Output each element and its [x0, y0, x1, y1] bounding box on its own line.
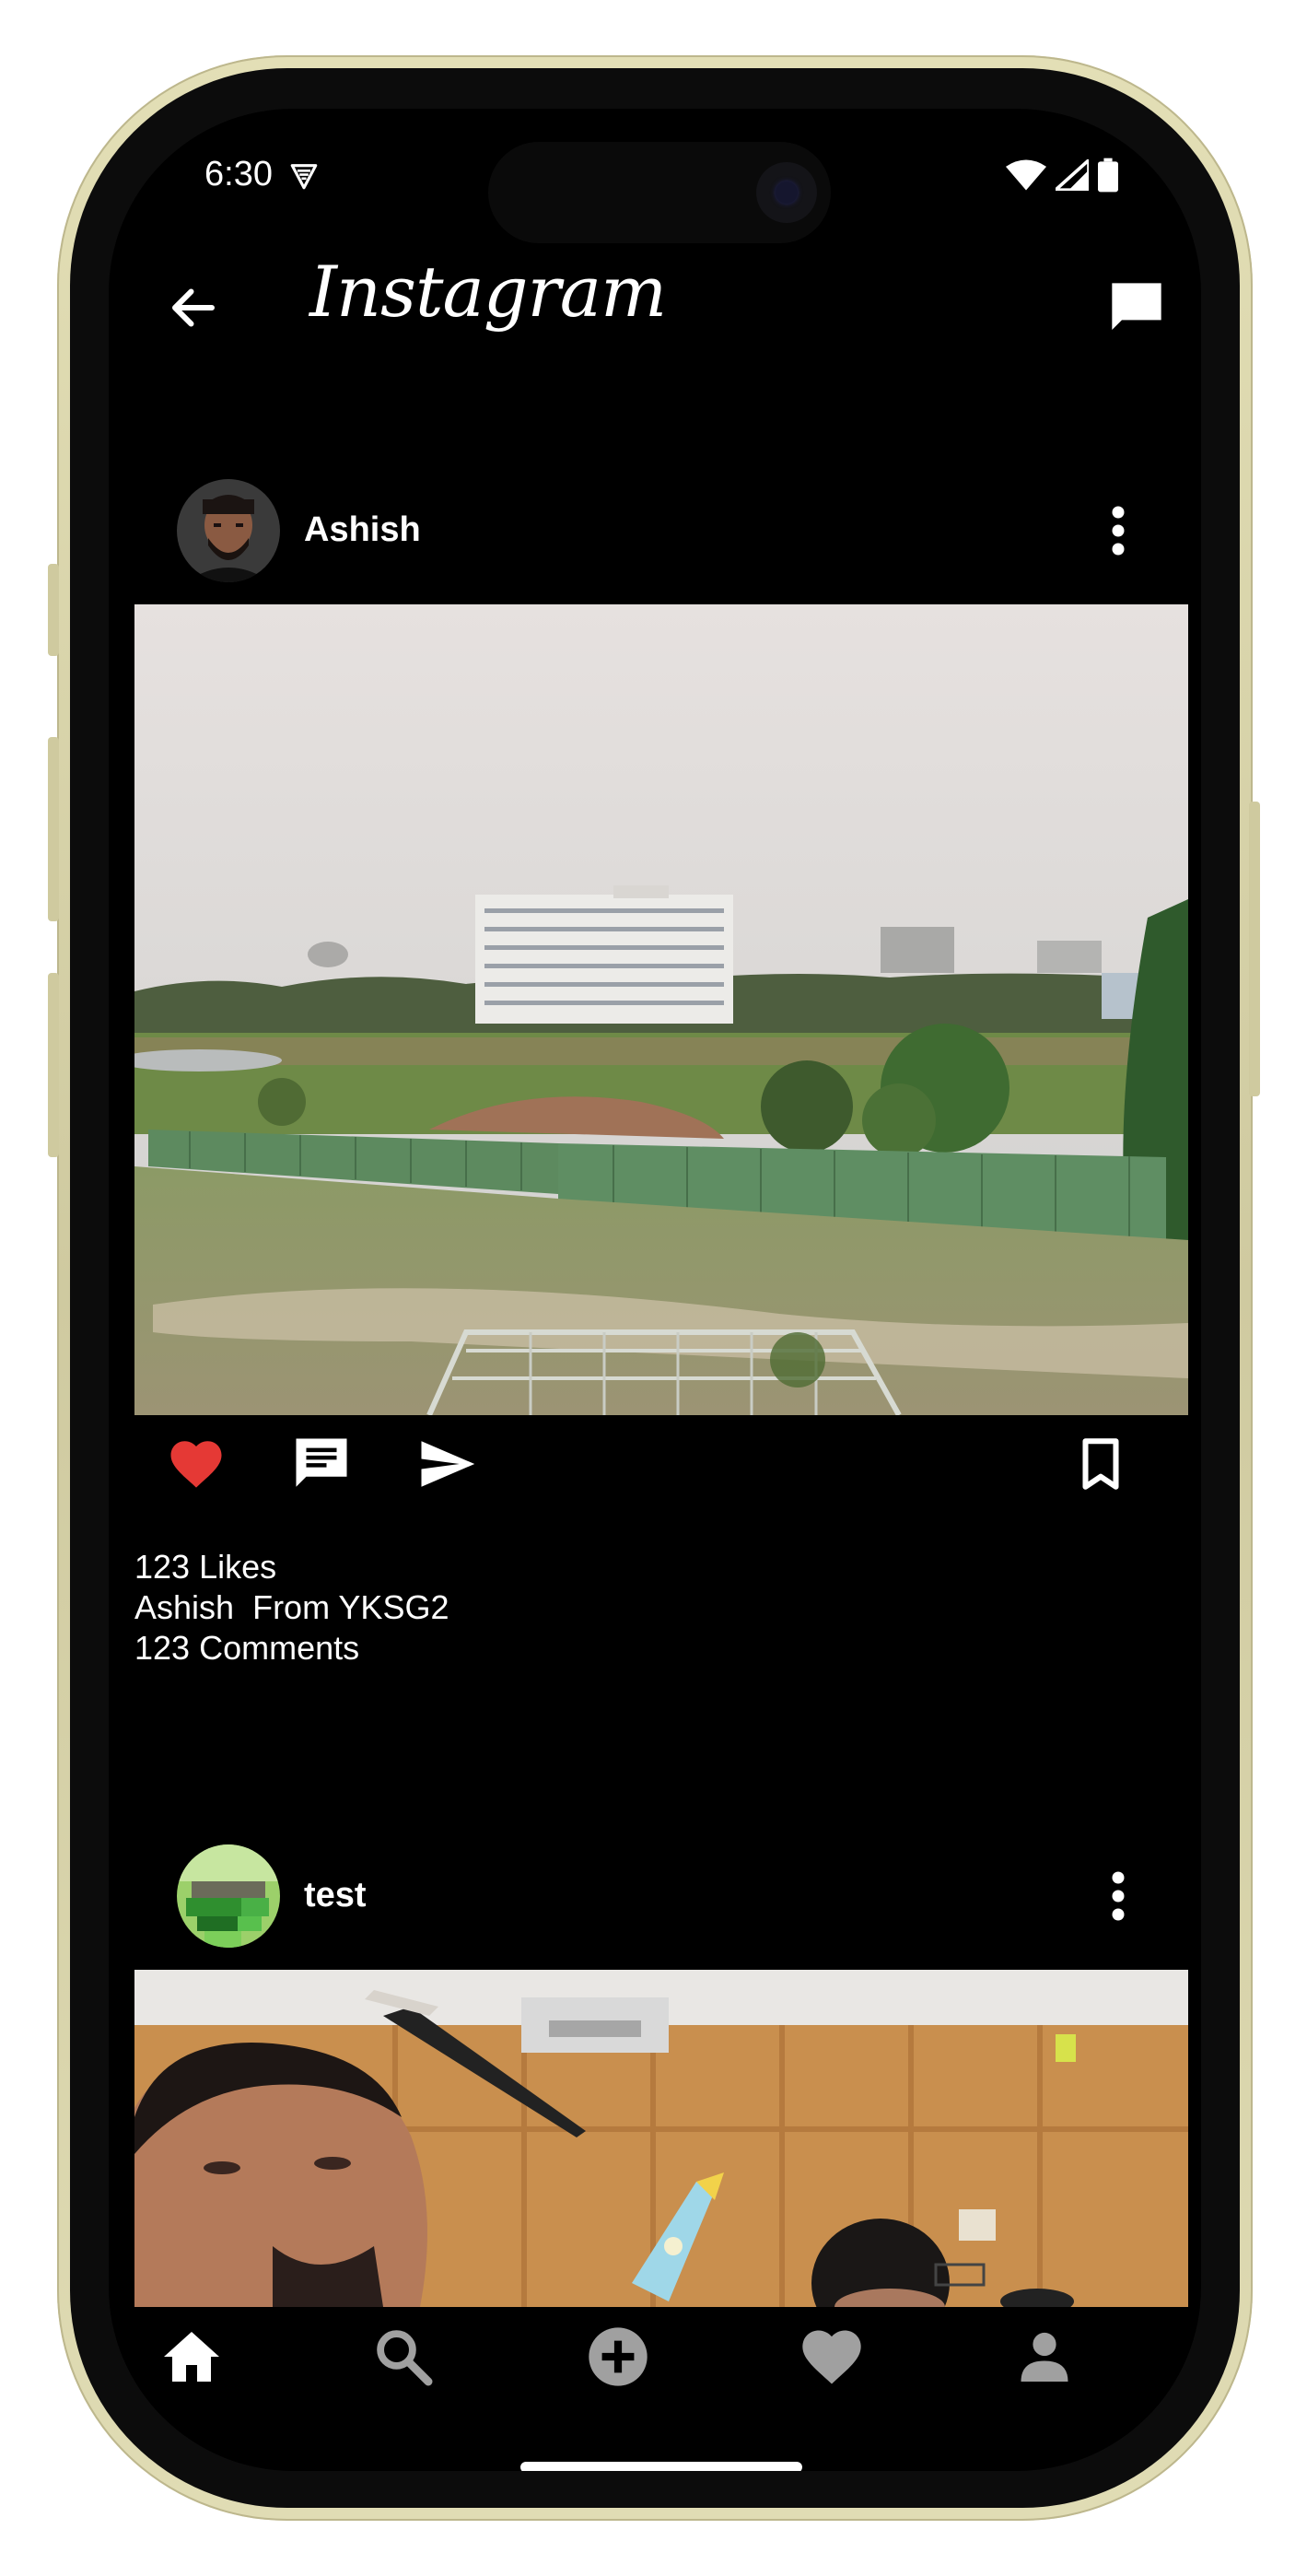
nav-add-post[interactable]: [581, 2320, 655, 2394]
avatar[interactable]: [177, 1844, 280, 1948]
share-send-icon[interactable]: [416, 1434, 477, 1494]
volume-up-button: [48, 737, 59, 921]
post-header: Ashish: [109, 479, 1201, 590]
screen: 6:30 Instagram Ashish 123 Likes Ashish F…: [109, 109, 1201, 2471]
caption: Ashish From YKSG2: [134, 1588, 449, 1627]
post-image[interactable]: [134, 1970, 1188, 2307]
comments-count[interactable]: 123 Comments: [134, 1629, 359, 1668]
home-indicator[interactable]: [520, 2462, 802, 2471]
messages-icon[interactable]: [1107, 278, 1166, 337]
likes-count[interactable]: 123 Likes: [134, 1548, 276, 1587]
action-button: [48, 564, 59, 656]
caption-text: From YKSG2: [252, 1588, 449, 1626]
back-arrow-icon[interactable]: [166, 280, 221, 335]
post-username[interactable]: test: [304, 1876, 367, 1915]
like-heart-icon[interactable]: [166, 1434, 227, 1494]
nav-profile[interactable]: [1008, 2320, 1081, 2394]
power-button: [1249, 802, 1260, 1096]
nav-home[interactable]: [155, 2320, 228, 2394]
post-actions: [109, 1434, 1201, 1507]
nav-search[interactable]: [367, 2320, 440, 2394]
post-username[interactable]: Ashish: [304, 510, 421, 550]
post-image[interactable]: [134, 604, 1188, 1415]
comment-icon[interactable]: [291, 1434, 352, 1494]
camera-lens: [756, 162, 817, 223]
cellular-signal-icon: [1056, 159, 1089, 191]
status-time: 6:30: [204, 155, 273, 193]
heart-icon: [802, 2330, 861, 2384]
add-circle-icon: [589, 2327, 648, 2386]
vpn-icon: [290, 164, 318, 190]
bottom-nav: [109, 2307, 1201, 2418]
caption-username[interactable]: Ashish: [134, 1588, 234, 1626]
volume-down-button: [48, 973, 59, 1157]
app-title: Instagram: [309, 251, 667, 333]
battery-icon: [1098, 158, 1118, 193]
search-icon: [377, 2330, 433, 2386]
profile-person-icon: [1021, 2332, 1068, 2382]
nav-activity[interactable]: [795, 2320, 869, 2394]
bookmark-icon[interactable]: [1070, 1434, 1131, 1494]
wifi-icon: [1006, 159, 1046, 191]
post-header: test: [109, 1844, 1201, 1955]
avatar[interactable]: [177, 479, 280, 582]
more-options-icon[interactable]: [1109, 503, 1127, 558]
status-icons: [1006, 157, 1118, 193]
home-icon: [164, 2332, 219, 2382]
more-options-icon[interactable]: [1109, 1868, 1127, 1924]
